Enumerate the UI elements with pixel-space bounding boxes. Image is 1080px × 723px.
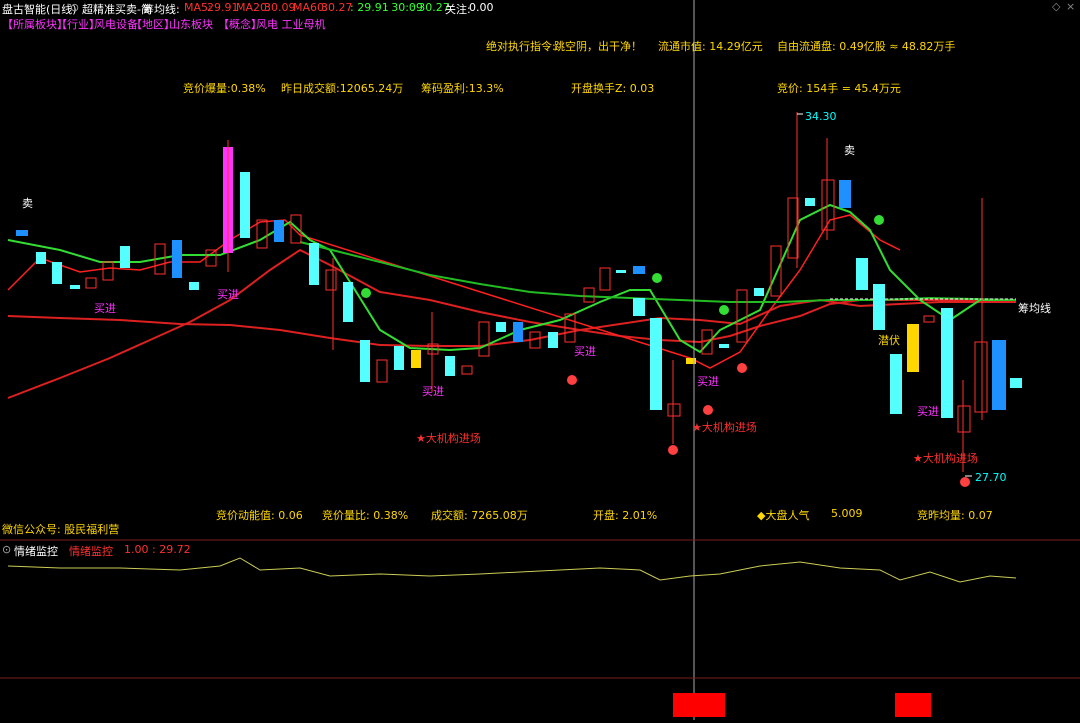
- sentiment-panel-title[interactable]: 情绪监控: [14, 543, 58, 559]
- volume-bar-2: [895, 693, 931, 717]
- turnover: 成交额: 7265.08万: [431, 509, 528, 522]
- sell-signal-2: 卖: [844, 144, 855, 157]
- buy-signal-1: 买进: [94, 302, 116, 315]
- institution-signal-2: ★大机构进场: [692, 421, 757, 434]
- panel-toggle-icon[interactable]: ⊙: [2, 543, 11, 556]
- buy-signal-2: 买进: [217, 288, 239, 301]
- buy-signal-4: 买进: [574, 345, 596, 358]
- low-price-label: 27.70: [975, 471, 1007, 484]
- buy-signal-5: 买进: [697, 375, 719, 388]
- bid-ratio: 竞价量比: 0.38%: [322, 509, 409, 522]
- wicks: [227, 112, 983, 472]
- market-pop-label: ◆大盘人气: [757, 509, 810, 522]
- market-pop-value: 5.009: [831, 507, 863, 520]
- chips-line-label: 筹均线: [1018, 302, 1051, 315]
- sentiment-values: 1.00 : 29.72: [124, 543, 191, 556]
- ma20-line: [7, 298, 1016, 347]
- buy-signal-6: 买进: [917, 405, 939, 418]
- kline-chart[interactable]: [0, 0, 1080, 723]
- sentiment-line: [7, 557, 1017, 583]
- long-ma-line: [299, 241, 1017, 303]
- open-pct: 开盘: 2.01%: [593, 509, 658, 522]
- buy-signal-3: 买进: [422, 385, 444, 398]
- bid-avg: 竞昨均量: 0.07: [917, 509, 993, 522]
- high-price-label: 34.30: [805, 110, 837, 123]
- volume-bar-1: [673, 693, 725, 717]
- hold-label: 潜伏: [878, 334, 900, 347]
- sell-signal-1: 卖: [22, 197, 33, 210]
- bid-momentum: 竞价动能值: 0.06: [216, 509, 303, 522]
- wechat-label: 微信公众号: 股民福利营: [2, 523, 120, 536]
- sentiment-label: 情绪监控: [69, 545, 113, 558]
- institution-signal-3: ★大机构进场: [913, 452, 978, 465]
- institution-signal-1: ★大机构进场: [416, 432, 481, 445]
